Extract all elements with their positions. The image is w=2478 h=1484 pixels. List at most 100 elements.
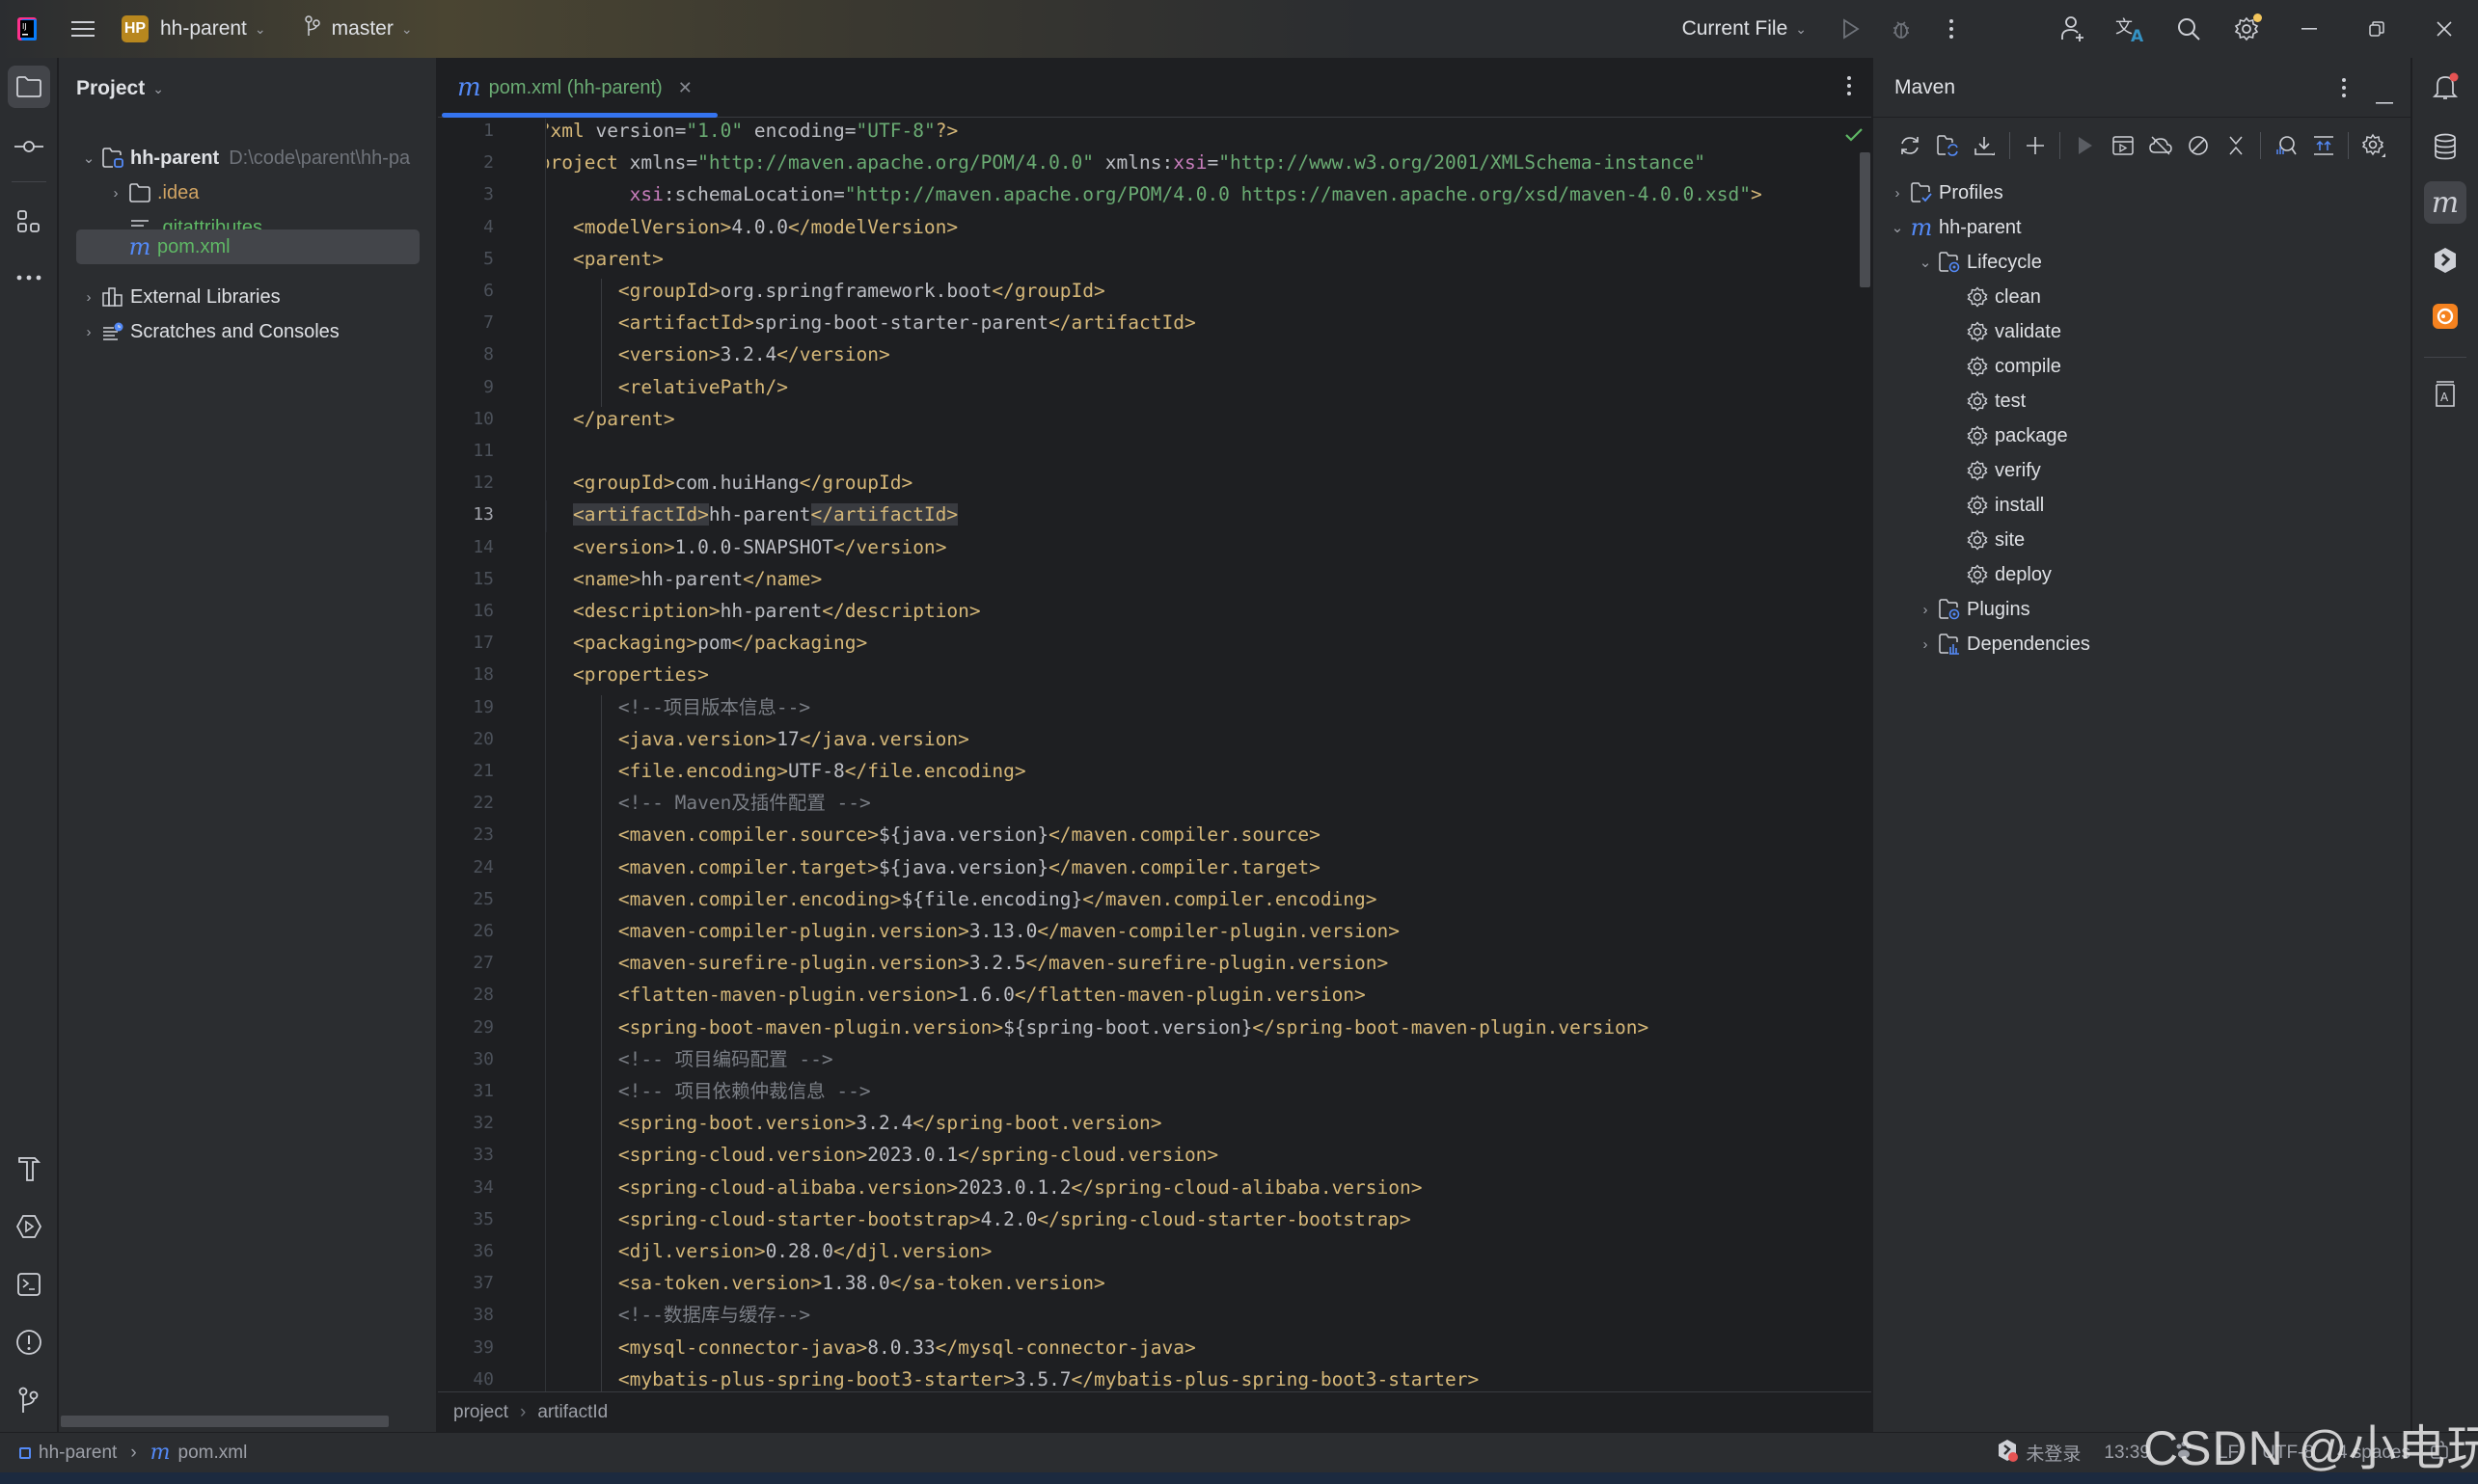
project-selector[interactable]: HP hh-parent ⌄ [122,15,266,42]
tree-item-external-libraries[interactable]: › External Libraries [78,280,281,314]
project-tool-button[interactable] [8,66,50,108]
login-status[interactable]: 未登录 [2026,1440,2081,1466]
chevron-right-icon[interactable]: › [1915,636,1936,653]
restore-button[interactable] [2343,0,2410,58]
tongyi-lingma-tool-button[interactable] [2424,239,2466,282]
status-path-file[interactable]: pom.xml [178,1443,248,1464]
code-line: <java.version>17</java.version> [617,727,969,750]
maven-project-icon: m [1910,214,1933,241]
line-number: 26 [473,921,494,941]
project-panel-header[interactable]: Project ⌄ [59,58,436,120]
more-tools-icon[interactable] [8,256,50,299]
line-number: 7 [483,312,494,334]
maven-tree-item-package[interactable]: package [1964,418,2068,453]
chevron-right-icon[interactable]: › [78,324,99,340]
maven-tree-item-validate[interactable]: validate [1964,314,2061,349]
more-actions-icon[interactable] [1926,0,1976,58]
database-tool-button[interactable] [2424,125,2466,168]
add-icon[interactable] [2016,127,2054,165]
debug-icon[interactable] [1876,0,1926,58]
code-editor[interactable]: <?xml version="1.0" encoding="UTF-8"?> <p… [547,119,1871,1391]
editor-vertical-scrollbar[interactable] [1860,152,1870,287]
line-number: 27 [473,953,494,974]
download-icon[interactable] [1966,127,2003,165]
run-config-icon[interactable] [2104,127,2141,165]
tree-item-pom-xml[interactable]: m pom.xml [76,229,420,264]
translate-icon[interactable]: 文A [2102,0,2160,58]
chevron-right-icon[interactable]: › [105,185,126,202]
maven-tree-item-profiles[interactable]: › Profiles [1887,175,2003,210]
main-menu-icon[interactable] [54,0,112,58]
maven-tree-item-test[interactable]: test [1964,384,2026,418]
structure-tool-button[interactable] [8,201,50,243]
line-number: 12 [473,472,494,494]
maven-tree-item-label: deploy [1995,563,2052,585]
tree-item-scratches[interactable]: › Scratches and Consoles [78,314,340,349]
translation-book-tool-button[interactable]: A [2424,372,2466,415]
reload-icon[interactable] [1891,127,1928,165]
maven-tree-item-hh-parent[interactable]: ⌄ m hh-parent [1887,210,2022,245]
maven-tool-button[interactable]: m [2424,181,2466,224]
chevron-down-icon[interactable]: ⌄ [78,149,99,167]
chevron-down-icon[interactable]: ⌄ [1887,219,1908,236]
maven-tree-item-verify[interactable]: verify [1964,453,2041,488]
line-number: 39 [473,1336,494,1358]
chevron-down-icon: ⌄ [152,80,164,96]
services-tool-button[interactable] [8,1205,50,1248]
hide-panel-icon[interactable] [2376,87,2393,110]
status-path-module[interactable]: hh-parent [39,1443,117,1464]
run-config-selector[interactable]: Current File ⌄ [1682,17,1807,40]
analyze-dependencies-icon[interactable] [2267,127,2304,165]
maven-tree-item-compile[interactable]: compile [1964,349,2061,384]
chevron-right-icon[interactable]: › [78,289,99,306]
close-tab-icon[interactable]: ✕ [678,78,693,98]
problems-tool-button[interactable] [8,1321,50,1363]
skip-tests-icon[interactable] [2179,127,2217,165]
notifications-tool-button[interactable] [2424,66,2466,108]
branch-selector[interactable]: master ⌄ [304,15,413,42]
run-icon[interactable] [1826,0,1876,58]
project-horizontal-scrollbar[interactable] [61,1416,389,1427]
indent-guide [601,694,602,1391]
maven-tree-item-lifecycle[interactable]: ⌄ Lifecycle [1915,245,2042,280]
toolbar-separator [2260,132,2261,159]
show-updates-icon[interactable] [2304,127,2342,165]
chevron-right-icon[interactable]: › [1915,602,1936,618]
maven-tree-item-clean[interactable]: clean [1964,280,2041,314]
offline-icon[interactable] [2141,127,2179,165]
breadcrumb-item[interactable]: artifactId [537,1402,608,1423]
close-window-button[interactable] [2410,0,2478,58]
breadcrumb-item[interactable]: project [453,1402,508,1423]
maven-options-icon[interactable] [2341,77,2347,104]
maven-settings-icon[interactable] [2355,127,2392,165]
code-with-me-icon[interactable] [2044,0,2102,58]
plugin-orange-tool-button[interactable] [2424,295,2466,337]
maven-tree-item-deploy[interactable]: deploy [1964,557,2052,592]
line-number: 24 [473,856,494,877]
maven-tree-item-site[interactable]: site [1964,523,2025,557]
line-number: 31 [473,1081,494,1101]
tree-item-idea[interactable]: › .idea [105,175,200,210]
maven-tree-item-plugins[interactable]: › Plugins [1915,592,2030,627]
tree-item-hh-parent[interactable]: ⌄ hh-parent D:\code\parent\hh-pa [78,141,435,175]
settings-icon[interactable] [2218,0,2275,58]
maven-tree-item-install[interactable]: install [1964,488,2044,523]
minimize-button[interactable] [2275,0,2343,58]
git-tool-button[interactable] [8,1379,50,1421]
code-line: <file.encoding>UTF-8</file.encoding> [617,760,1026,782]
run-config-label: Current File [1681,17,1788,40]
maven-tree-item-dependencies[interactable]: › Dependencies [1915,627,2090,661]
build-tool-button[interactable] [8,1147,50,1190]
terminal-tool-button[interactable] [8,1263,50,1306]
chevron-right-icon[interactable]: › [1887,185,1908,202]
tab-pom-xml[interactable]: m pom.xml (hh-parent) ✕ [438,58,714,118]
search-icon[interactable] [2160,0,2218,58]
commit-tool-button[interactable] [8,125,50,168]
collapse-all-icon[interactable] [2217,127,2254,165]
lingma-status-icon[interactable] [1997,1439,2019,1468]
generate-sources-icon[interactable] [1928,127,1966,165]
tab-more-icon[interactable] [1846,75,1852,101]
line-number: 16 [473,601,494,621]
run-icon[interactable] [2066,127,2104,165]
chevron-down-icon[interactable]: ⌄ [1915,254,1936,271]
